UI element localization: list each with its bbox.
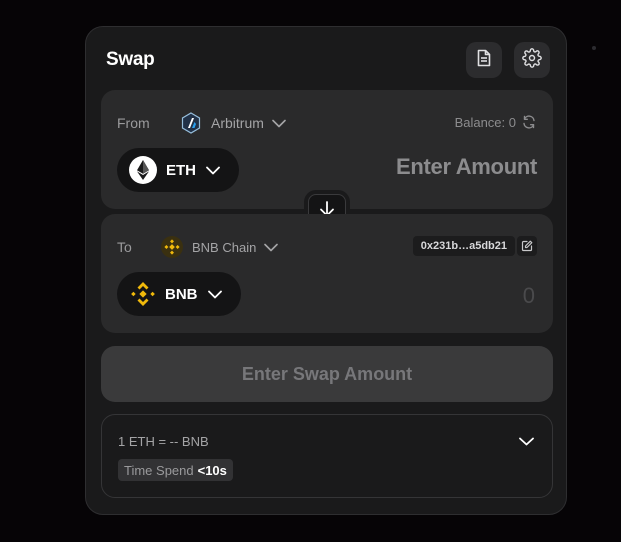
swap-title: Swap xyxy=(106,49,155,70)
time-spend-badge: Time Spend <10s xyxy=(118,459,233,481)
to-chain-selector[interactable]: BNB Chain xyxy=(153,236,279,258)
from-chain-name: Arbitrum xyxy=(211,115,264,131)
to-label: To xyxy=(117,239,132,255)
refresh-icon[interactable] xyxy=(516,114,537,130)
swap-card: Swap From Arbitrum Balance: 0 ETH Enter … xyxy=(85,26,567,515)
history-button[interactable] xyxy=(466,42,502,78)
from-token-symbol: ETH xyxy=(166,161,196,179)
time-spend-label: Time Spend xyxy=(124,462,194,478)
bnb-logo-icon xyxy=(130,281,156,307)
settings-gear-icon xyxy=(522,47,542,73)
chevron-down-icon xyxy=(207,290,222,299)
edit-address-button[interactable] xyxy=(517,236,537,256)
bnb-chain-logo-icon xyxy=(153,236,183,258)
to-chain-name: BNB Chain xyxy=(192,239,257,255)
settings-button[interactable] xyxy=(514,42,550,78)
recipient-address: 0x231b…a5db21 xyxy=(412,236,515,256)
to-token-symbol: BNB xyxy=(165,285,198,303)
edit-icon xyxy=(521,240,533,252)
balance-display: Balance: 0 xyxy=(455,114,537,130)
document-icon xyxy=(474,48,494,73)
to-amount-output: 0 xyxy=(522,283,535,308)
from-label: From xyxy=(117,115,150,131)
time-spend-value: <10s xyxy=(197,462,227,478)
from-chain-selector[interactable]: Arbitrum xyxy=(173,112,286,134)
chevron-down-icon xyxy=(264,119,286,128)
balance-text: Balance: 0 xyxy=(454,114,516,130)
to-panel: To BNB Chain 0x231b…a5db21 BNB xyxy=(101,214,553,333)
from-token-selector[interactable]: ETH xyxy=(117,148,239,192)
eth-logo-icon xyxy=(129,156,157,184)
swap-info-panel[interactable]: 1 ETH = -- BNB Time Spend <10s xyxy=(101,414,553,498)
background-dot xyxy=(592,46,596,50)
swap-submit-button[interactable]: Enter Swap Amount xyxy=(101,346,553,402)
chevron-down-icon[interactable] xyxy=(519,437,534,446)
chevron-down-icon xyxy=(256,243,279,252)
from-amount-input[interactable]: Enter Amount xyxy=(396,154,537,180)
arbitrum-logo-icon xyxy=(173,112,201,134)
to-token-selector[interactable]: BNB xyxy=(117,272,241,316)
chevron-down-icon xyxy=(206,166,220,175)
exchange-rate: 1 ETH = -- BNB xyxy=(118,434,209,449)
